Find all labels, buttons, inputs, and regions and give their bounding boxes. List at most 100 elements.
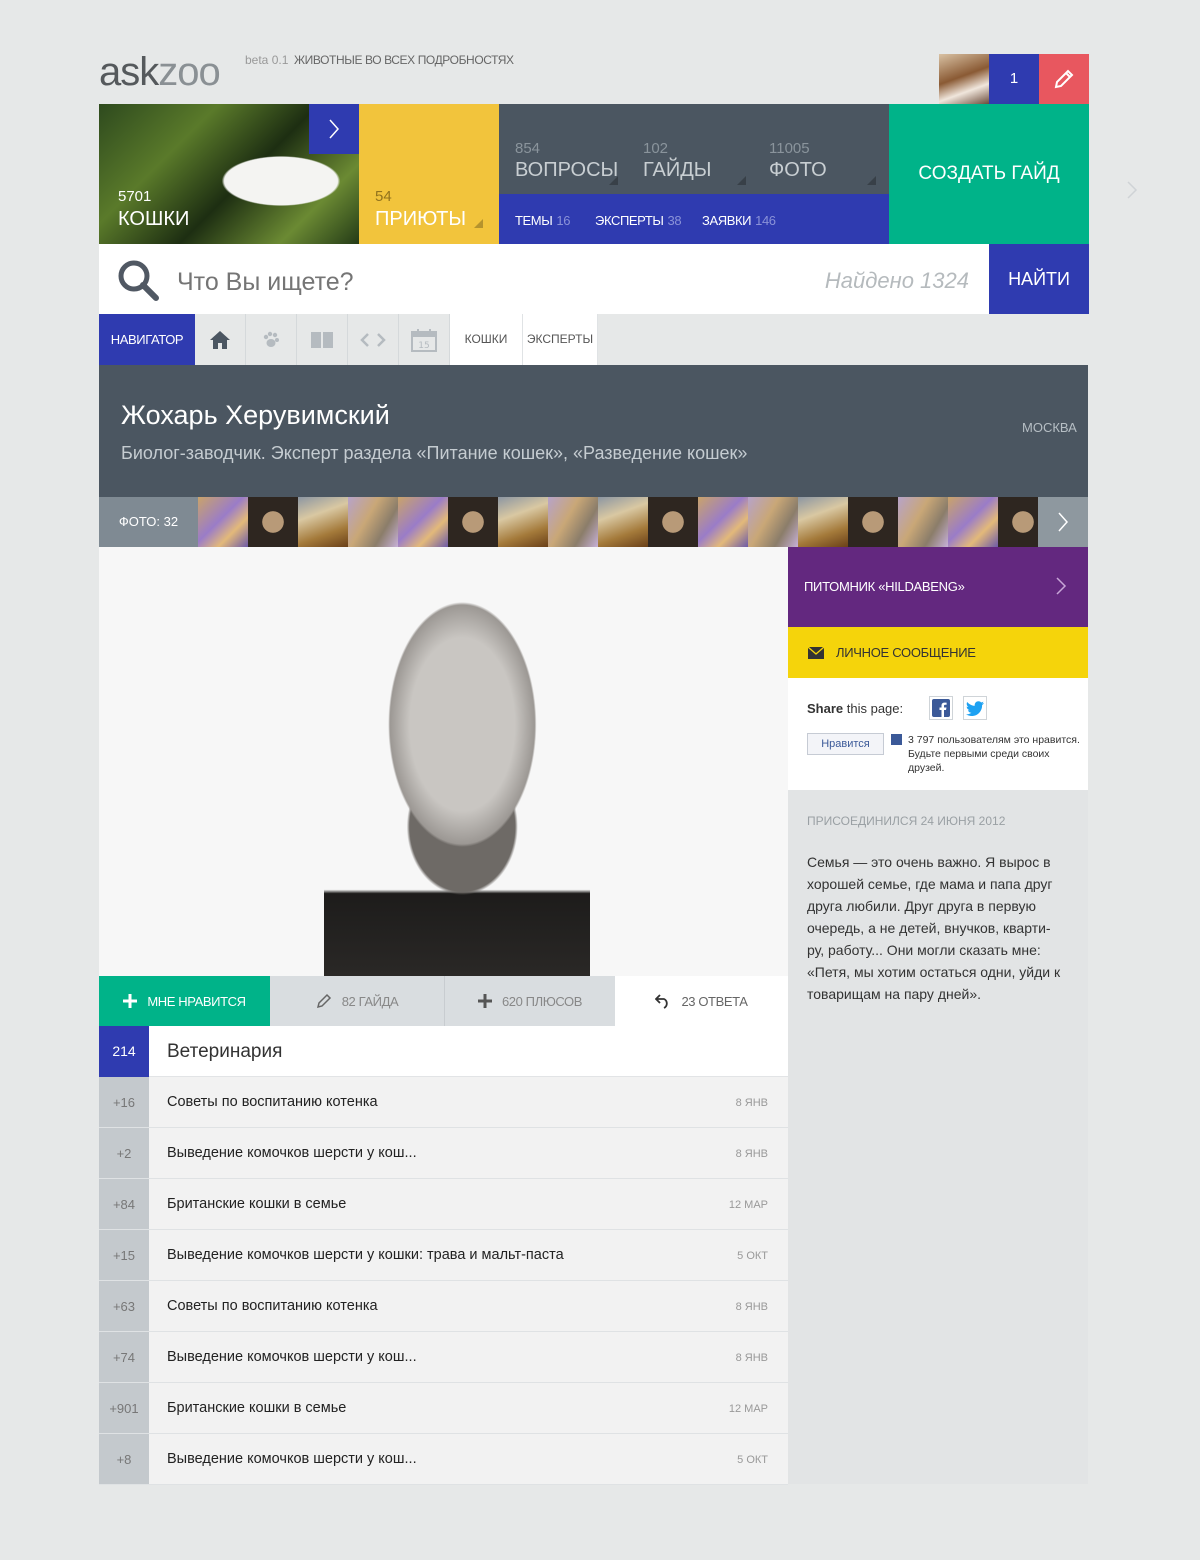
twitter-icon [966, 700, 984, 716]
photo-thumbnail[interactable] [248, 497, 298, 547]
book-icon [311, 330, 333, 349]
nav-code[interactable] [348, 314, 399, 365]
tagline: ЖИВОТНЫЕ ВО ВСЕХ ПОДРОБНОСТЯХ [294, 53, 514, 67]
edit-button[interactable] [1039, 54, 1089, 104]
pluses-tab[interactable]: 620 ПЛЮСОВ [445, 976, 615, 1026]
user-avatar[interactable] [939, 54, 989, 104]
facebook-share-button[interactable] [929, 696, 953, 720]
nav-link-experts[interactable]: ЭКСПЕРТЫ [523, 314, 598, 365]
item-date: 8 ЯНВ [735, 1097, 768, 1109]
nav-animals[interactable] [246, 314, 297, 365]
item-title[interactable]: Выведение комочков шерсти у кошки: трава… [167, 1247, 564, 1263]
list-item[interactable]: +8 Выведение комочков шерсти у кош... 5 ОК… [99, 1434, 788, 1485]
sublink-label: ЗАЯВКИ [702, 213, 752, 228]
category-title[interactable]: Ветеринария [149, 1026, 788, 1077]
calendar-day: 15 [418, 341, 429, 351]
photo-thumbnail[interactable] [498, 497, 548, 547]
item-title[interactable]: Советы по воспитанию котенка [167, 1298, 378, 1314]
tile-stats: 854 ВОПРОСЫ 102 ГАЙДЫ 11005 ФОТО [499, 104, 889, 194]
photo-thumbnail[interactable] [948, 497, 998, 547]
profile-header [99, 365, 1088, 497]
logo-zoo: zoo [158, 50, 220, 94]
stat-label: ВОПРОСЫ [515, 159, 619, 181]
beta-label: beta 0.1 [245, 53, 289, 67]
nav-guides[interactable] [297, 314, 348, 365]
list-item[interactable]: +84 Британские кошки в семье 12 МАР [99, 1179, 788, 1230]
photo-thumbnail[interactable] [598, 497, 648, 547]
answers-tab[interactable]: 23 ОТВЕТА [615, 976, 788, 1026]
like-button[interactable]: МНЕ НРАВИТСЯ [99, 976, 270, 1026]
share-label: Share this page: [807, 701, 903, 716]
item-score: +84 [99, 1179, 149, 1229]
logo[interactable]: askzoo [99, 50, 221, 95]
shelters-count: 54 [375, 188, 392, 205]
photo-thumbnail[interactable] [348, 497, 398, 547]
corner-mark [474, 219, 483, 228]
item-title[interactable]: Советы по воспитанию котенка [167, 1094, 378, 1110]
list-item[interactable]: +63 Советы по воспитанию котенка 8 ЯНВ [99, 1281, 788, 1332]
photo-thumbnail[interactable] [848, 497, 898, 547]
stat-questions[interactable]: 854 ВОПРОСЫ [515, 140, 618, 182]
sublink-topics[interactable]: ТЕМЫ 16 [515, 213, 570, 228]
nav-calendar[interactable]: 15 [399, 314, 450, 365]
item-score: +901 [99, 1383, 149, 1433]
tile-sublinks: ТЕМЫ 16 ЭКСПЕРТЫ 38 ЗАЯВКИ 146 [499, 194, 889, 244]
item-title[interactable]: Британские кошки в семье [167, 1400, 346, 1416]
list-item[interactable]: +901 Британские кошки в семье 12 МАР [99, 1383, 788, 1434]
private-message-button[interactable]: ЛИЧНОЕ СООБЩЕНИЕ [788, 627, 1088, 678]
photo-thumbnail[interactable] [798, 497, 848, 547]
photo-thumbnail[interactable] [198, 497, 248, 547]
twitter-share-button[interactable] [963, 696, 987, 720]
list-item[interactable]: +15 Выведение комочков шерсти у кошки: тр… [99, 1230, 788, 1281]
photo-thumbnail[interactable] [298, 497, 348, 547]
category-count: 214 [99, 1026, 149, 1077]
item-title[interactable]: Выведение комочков шерсти у кош... [167, 1349, 417, 1365]
list-item[interactable]: +16 Советы по воспитанию котенка 8 ЯНВ [99, 1077, 788, 1128]
sublink-experts[interactable]: ЭКСПЕРТЫ 38 [595, 213, 682, 228]
create-guide-button[interactable]: СОЗДАТЬ ГАЙД [889, 104, 1089, 244]
facebook-like-button[interactable]: Нравится [807, 733, 884, 755]
search-icon [117, 259, 161, 308]
item-title[interactable]: Выведение комочков шерсти у кош... [167, 1451, 417, 1467]
photo-thumbnail[interactable] [898, 497, 948, 547]
nav-home[interactable] [195, 314, 246, 365]
kennel-link[interactable]: ПИТОМНИК «HILDABENG» [788, 547, 1088, 627]
photo-thumbnail[interactable] [748, 497, 798, 547]
item-title[interactable]: Выведение комочков шерсти у кош... [167, 1145, 417, 1161]
photo-thumbnail[interactable] [698, 497, 748, 547]
search-input[interactable] [177, 262, 777, 302]
photo-thumbnail[interactable] [448, 497, 498, 547]
photo-thumbnail[interactable] [398, 497, 448, 547]
navigator-label: НАВИГАТОР [99, 314, 195, 365]
logo-ask: ask [99, 50, 159, 94]
facebook-icon [891, 734, 902, 745]
photo-thumbnail[interactable] [648, 497, 698, 547]
item-title[interactable]: Британские кошки в семье [167, 1196, 346, 1212]
chevron-right-icon [1055, 576, 1067, 601]
photos-label: ФОТО: 32 [99, 497, 198, 547]
photos-next-button[interactable] [1038, 497, 1088, 547]
search-button[interactable]: НАЙТИ [989, 244, 1089, 314]
list-item[interactable]: +74 Выведение комочков шерсти у кош... 8 Я… [99, 1332, 788, 1383]
nav-link-cats[interactable]: КОШКИ [450, 314, 523, 365]
paw-icon [263, 331, 279, 347]
question-list: +16 Советы по воспитанию котенка 8 ЯНВ +2 В… [99, 1077, 788, 1485]
guides-tab[interactable]: 82 ГАЙДА [270, 976, 445, 1026]
tiles-next-button[interactable] [1126, 180, 1138, 205]
pencil-icon [1054, 69, 1074, 89]
item-date: 5 ОКТ [737, 1454, 768, 1466]
list-item[interactable]: +2 Выведение комочков шерсти у кош... 8 ЯН… [99, 1128, 788, 1179]
profile-bio: Семья — это очень важно. Я вырос в хорош… [807, 854, 1061, 1002]
cats-next-button[interactable] [309, 104, 359, 154]
stat-label: ФОТО [769, 159, 827, 181]
profile-photo [324, 583, 590, 976]
photo-thumbnail[interactable] [548, 497, 598, 547]
sublink-requests[interactable]: ЗАЯВКИ 146 [702, 213, 776, 228]
photo-strip [198, 497, 1048, 547]
sublink-count: 16 [556, 213, 571, 228]
plus-icon [123, 994, 138, 1008]
tile-shelters[interactable]: 54 ПРИЮТЫ [359, 104, 499, 244]
notification-count[interactable]: 1 [989, 54, 1039, 104]
stat-guides[interactable]: 102 ГАЙДЫ [643, 140, 711, 182]
stat-photos[interactable]: 11005 ФОТО [769, 140, 827, 182]
